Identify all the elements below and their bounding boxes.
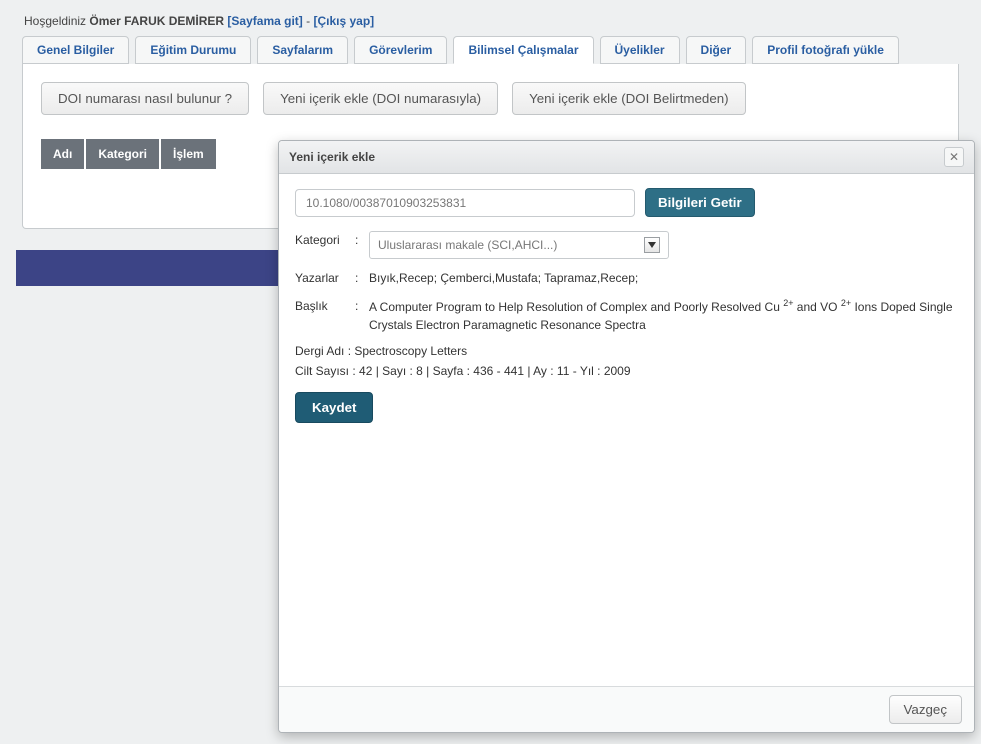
- close-icon: ✕: [949, 150, 959, 164]
- col-islem: İşlem: [161, 139, 216, 169]
- doi-help-button[interactable]: DOI numarası nasıl bulunur ?: [41, 82, 249, 115]
- tab-genel[interactable]: Genel Bilgiler: [22, 36, 129, 64]
- user-name: Ömer FARUK DEMİRER: [89, 14, 224, 28]
- baslik-label: Başlık: [295, 297, 349, 315]
- modal-footer: Vazgeç: [279, 686, 974, 732]
- link-logout[interactable]: [Çıkış yap]: [313, 14, 374, 28]
- modal-titlebar: Yeni içerik ekle ✕: [279, 141, 974, 174]
- kategori-select[interactable]: Uluslararası makale (SCI,AHCI...): [369, 231, 669, 259]
- dergi-label: Dergi Adı: [295, 344, 344, 358]
- welcome-bar: Hoşgeldiniz Ömer FARUK DEMİRER [Sayfama …: [0, 0, 981, 36]
- kategori-value: Uluslararası makale (SCI,AHCI...): [378, 236, 557, 254]
- tab-bar: Genel Bilgiler Eğitim Durumu Sayfalarım …: [0, 36, 981, 64]
- welcome-text: Hoşgeldiniz: [24, 14, 86, 28]
- cancel-button[interactable]: Vazgeç: [889, 695, 962, 724]
- new-content-nodoi-button[interactable]: Yeni içerik ekle (DOI Belirtmeden): [512, 82, 746, 115]
- tab-gorevlerim[interactable]: Görevlerim: [354, 36, 447, 64]
- close-button[interactable]: ✕: [944, 147, 964, 167]
- baslik-value: A Computer Program to Help Resolution of…: [369, 297, 958, 334]
- tab-sayfalarim[interactable]: Sayfalarım: [257, 36, 348, 64]
- doi-row: Bilgileri Getir: [295, 188, 958, 217]
- kategori-row: Kategori : Uluslararası makale (SCI,AHCI…: [295, 231, 958, 259]
- new-content-doi-button[interactable]: Yeni içerik ekle (DOI numarasıyla): [263, 82, 498, 115]
- modal-body: Bilgileri Getir Kategori : Uluslararası …: [279, 174, 974, 686]
- yazarlar-row: Yazarlar : Bıyık,Recep; Çemberci,Mustafa…: [295, 269, 958, 287]
- tab-egitim[interactable]: Eğitim Durumu: [135, 36, 251, 64]
- yazarlar-label: Yazarlar: [295, 269, 349, 287]
- save-button[interactable]: Kaydet: [295, 392, 373, 423]
- dergi-value: Spectroscopy Letters: [354, 344, 467, 358]
- dergi-row: Dergi Adı : Spectroscopy Letters: [295, 344, 958, 358]
- new-content-modal: Yeni içerik ekle ✕ Bilgileri Getir Kateg…: [278, 140, 975, 733]
- tab-bilimsel[interactable]: Bilimsel Çalışmalar: [453, 36, 593, 64]
- chevron-down-icon: [644, 237, 660, 253]
- link-my-page[interactable]: [Sayfama git]: [227, 14, 302, 28]
- tab-diger[interactable]: Diğer: [686, 36, 747, 64]
- tab-uyelikler[interactable]: Üyelikler: [600, 36, 680, 64]
- col-adi: Adı: [41, 139, 84, 169]
- tab-profil-foto[interactable]: Profil fotoğrafı yükle: [752, 36, 899, 64]
- yazarlar-value: Bıyık,Recep; Çemberci,Mustafa; Tapramaz,…: [369, 269, 958, 287]
- kategori-label: Kategori: [295, 231, 349, 249]
- col-kategori: Kategori: [86, 139, 159, 169]
- cilt-line: Cilt Sayısı : 42 | Sayı : 8 | Sayfa : 43…: [295, 364, 958, 378]
- baslik-row: Başlık : A Computer Program to Help Reso…: [295, 297, 958, 334]
- doi-input[interactable]: [295, 189, 635, 217]
- modal-title: Yeni içerik ekle: [289, 150, 375, 164]
- fetch-info-button[interactable]: Bilgileri Getir: [645, 188, 755, 217]
- action-buttons: DOI numarası nasıl bulunur ? Yeni içerik…: [41, 82, 940, 115]
